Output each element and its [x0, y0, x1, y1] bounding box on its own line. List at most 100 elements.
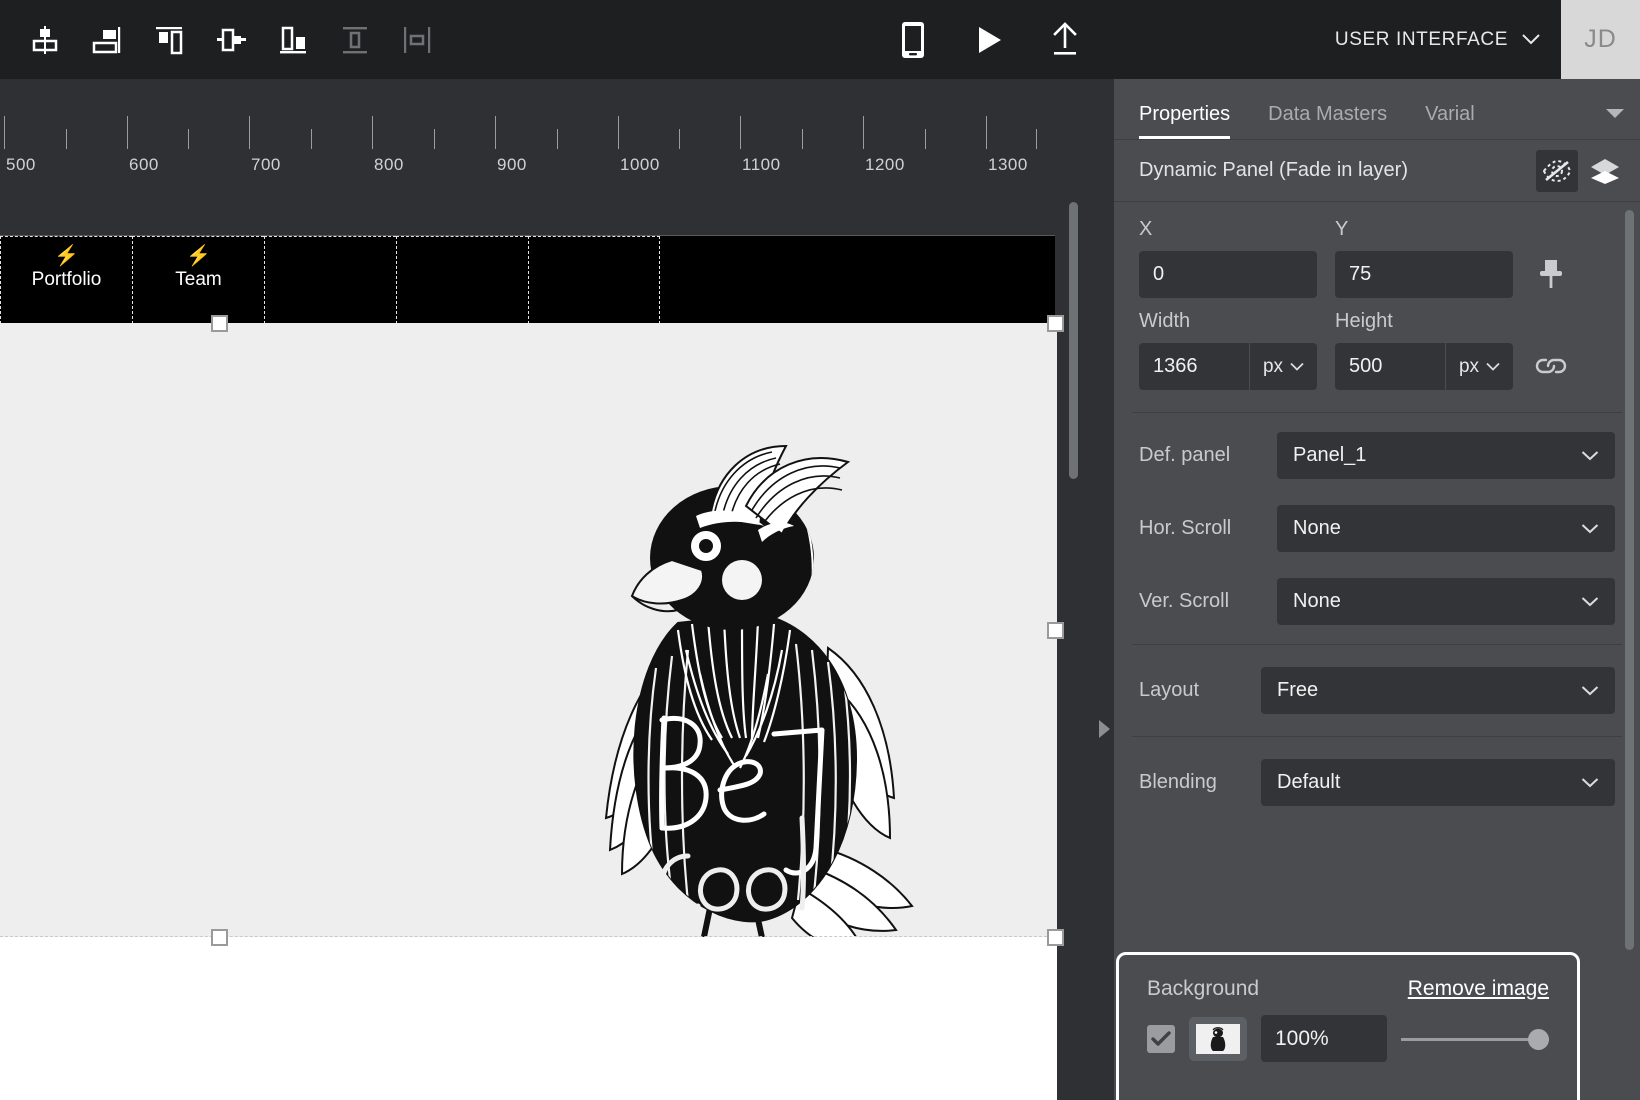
eye-off-icon[interactable]: [1536, 149, 1578, 192]
default-panel-label: Def. panel: [1139, 444, 1231, 466]
ruler-tick-major: [618, 116, 619, 149]
width-input[interactable]: 1366: [1139, 343, 1249, 390]
background-opacity-input[interactable]: 100%: [1261, 1015, 1387, 1062]
artboard[interactable]: [0, 323, 1057, 957]
ruler-tick-minor: [801, 129, 803, 149]
nav-cell[interactable]: ⚡ Team: [132, 236, 264, 324]
nav-cell-label: Team: [175, 269, 222, 290]
project-selector[interactable]: USER INTERFACE: [1315, 0, 1561, 79]
horizontal-scroll-label: Hor. Scroll: [1139, 517, 1232, 539]
ruler-label: 700: [251, 155, 281, 174]
align-right-icon[interactable]: [84, 17, 130, 63]
link-icon[interactable]: [1531, 342, 1571, 389]
interaction-bolt-icon: ⚡: [186, 245, 211, 267]
y-input[interactable]: 75: [1335, 251, 1513, 298]
device-preview-icon[interactable]: [890, 17, 936, 63]
layout-select[interactable]: Free: [1261, 667, 1615, 714]
pin-icon[interactable]: [1531, 250, 1571, 297]
selection-handle-bottom-right[interactable]: [1047, 929, 1064, 946]
ruler-label: 500: [6, 155, 36, 174]
default-panel-select[interactable]: Panel_1: [1277, 432, 1615, 479]
tab-data-masters[interactable]: Data Masters: [1268, 103, 1403, 139]
layers-icon[interactable]: [1586, 152, 1624, 190]
horizontal-scroll-select[interactable]: None: [1277, 505, 1615, 552]
tab-properties[interactable]: Properties: [1139, 103, 1246, 139]
ruler-tick-major: [372, 116, 373, 149]
background-image-thumbnail[interactable]: [1189, 1016, 1247, 1061]
slider-track: [1401, 1037, 1549, 1041]
ruler-tick-minor: [924, 129, 926, 149]
ruler-tick-major: [4, 116, 5, 149]
distribute-vertical-icon[interactable]: [332, 17, 378, 63]
ruler-label: 800: [374, 155, 404, 174]
ruler-label: 1100: [742, 155, 781, 174]
selection-handle-bottom[interactable]: [211, 929, 228, 946]
nav-cell[interactable]: ⚡ Portfolio: [0, 236, 132, 324]
avatar[interactable]: JD: [1561, 0, 1640, 79]
ruler-tick-minor: [1036, 129, 1037, 149]
navigation-strip[interactable]: ⚡ Portfolio ⚡ Team: [0, 235, 1055, 324]
remove-image-button[interactable]: Remove image: [1408, 977, 1549, 1001]
horizontal-scroll-value: None: [1293, 517, 1341, 539]
selection-handle-top-right[interactable]: [1047, 315, 1064, 332]
top-toolbar: USER INTERFACE JD: [0, 0, 1640, 79]
xy-row: X 0 Y 75: [1139, 202, 1615, 298]
ruler-tick-minor: [65, 129, 67, 149]
fit-width-icon[interactable]: [394, 17, 440, 63]
chevron-down-icon: [1581, 778, 1599, 788]
distribute-horizontal-icon[interactable]: [208, 17, 254, 63]
background-opacity-slider[interactable]: [1401, 1027, 1549, 1051]
align-vertical-center-icon[interactable]: [22, 17, 68, 63]
vertical-scroll-label: Ver. Scroll: [1139, 590, 1230, 612]
layout-label: Layout: [1139, 679, 1200, 701]
size-row: Width 1366 px Height 500 px: [1139, 298, 1615, 412]
toolbar-right-group: USER INTERFACE JD: [1315, 0, 1640, 79]
nav-cell[interactable]: [264, 236, 396, 324]
panel-scrollbar[interactable]: [1625, 210, 1634, 950]
blending-select[interactable]: Default: [1261, 759, 1615, 806]
panel-tab-bar: Properties Data Masters Varial: [1114, 79, 1640, 140]
slider-knob[interactable]: [1528, 1028, 1549, 1050]
nav-cell[interactable]: [528, 236, 660, 324]
interaction-bolt-icon: ⚡: [54, 245, 79, 267]
background-layer-primary: 100%: [1119, 1001, 1577, 1062]
canvas-area[interactable]: ⚡ Portfolio ⚡ Team: [0, 197, 1114, 1100]
upload-icon[interactable]: [1042, 17, 1088, 63]
height-input[interactable]: 500: [1335, 343, 1445, 390]
bird-thumbnail-icon: [1210, 1026, 1226, 1051]
align-top-icon[interactable]: [146, 17, 192, 63]
horizontal-scroll-row: Hor. Scroll None: [1114, 492, 1640, 565]
ruler-tick-minor: [679, 129, 680, 149]
chevron-down-icon: [1521, 29, 1541, 51]
blending-row: Blending Default: [1114, 737, 1640, 818]
panel-collapse-arrow-icon[interactable]: [1096, 718, 1112, 740]
nav-cell[interactable]: [396, 236, 528, 324]
align-bottom-icon[interactable]: [270, 17, 316, 63]
height-unit-select[interactable]: px: [1445, 343, 1513, 390]
selection-handle-right[interactable]: [1047, 622, 1064, 639]
selection-handle-top[interactable]: [211, 315, 228, 332]
ruler-tick-major: [495, 116, 496, 149]
avatar-initials: JD: [1584, 25, 1617, 53]
vertical-scroll-select[interactable]: None: [1277, 578, 1615, 625]
canvas-vertical-scrollbar[interactable]: [1069, 202, 1078, 479]
width-field-group: Width 1366 px: [1139, 310, 1317, 390]
background-header: Background Remove image: [1119, 955, 1577, 1001]
horizontal-ruler[interactable]: 500 600 700 800 900 1000 1100 1200 1300: [0, 79, 1114, 197]
ruler-tick-minor: [433, 129, 435, 149]
play-icon[interactable]: [966, 17, 1012, 63]
artboard-lower-section[interactable]: [0, 937, 1057, 1100]
ruler-label: 900: [497, 155, 527, 174]
y-field-group: Y 75: [1335, 218, 1513, 298]
position-section: X 0 Y 75 Width 1366 px Height 500 px: [1114, 202, 1640, 412]
width-unit-select[interactable]: px: [1249, 343, 1317, 390]
ruler-tick-major: [863, 116, 864, 149]
background-enable-checkbox[interactable]: [1147, 1024, 1175, 1053]
chevron-down-icon: [1581, 686, 1599, 696]
tabs-overflow-icon[interactable]: [1604, 106, 1626, 125]
tab-varial[interactable]: Varial: [1425, 103, 1491, 139]
x-input[interactable]: 0: [1139, 251, 1317, 298]
height-unit-value: px: [1458, 355, 1480, 377]
ruler-tick-major: [740, 116, 741, 149]
blending-label: Blending: [1139, 771, 1217, 793]
